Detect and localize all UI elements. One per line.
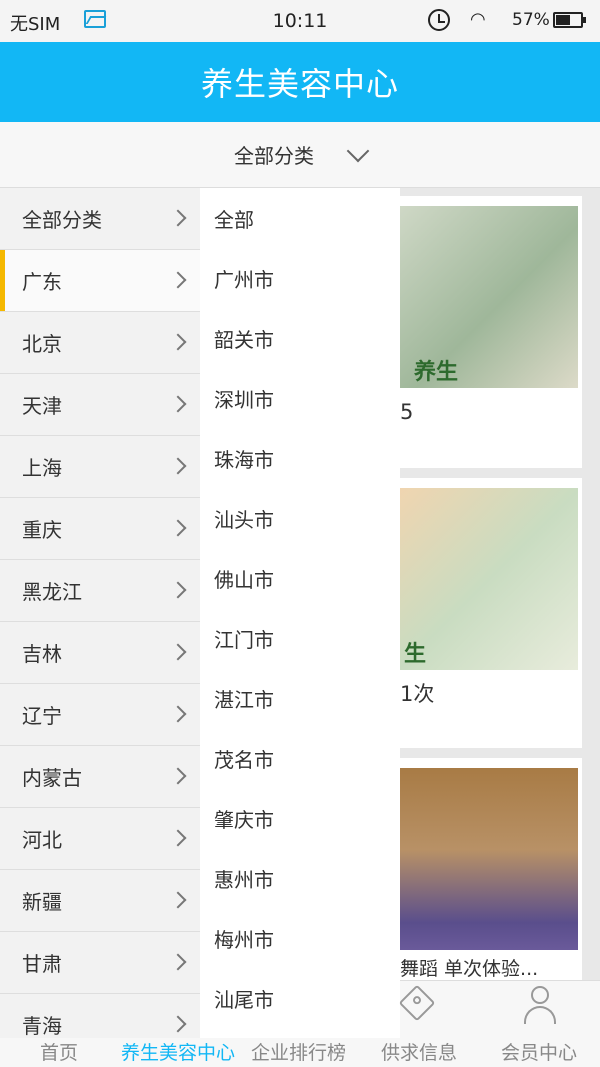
city-item[interactable]: 惠州市: [200, 848, 400, 908]
chevron-right-icon: [169, 457, 187, 475]
listing-image-tag: 生: [404, 642, 427, 667]
province-label: 重庆: [22, 518, 62, 542]
category-filter-dropdown[interactable]: 全部分类: [0, 122, 600, 188]
chevron-right-icon: [169, 519, 187, 537]
listing-image: 养生: [400, 206, 578, 388]
province-list: 全部分类广东北京天津上海重庆黑龙江吉林辽宁内蒙古河北新疆甘肃青海: [0, 188, 200, 1038]
province-item[interactable]: 河北: [0, 808, 200, 870]
listing-title: 5: [400, 400, 414, 424]
chevron-right-icon: [169, 891, 187, 909]
province-item[interactable]: 新疆: [0, 870, 200, 932]
chevron-down-icon: [346, 139, 370, 162]
nav-supply-demand[interactable]: 供求信息: [381, 1038, 457, 1065]
province-label: 天津: [22, 394, 62, 418]
province-item[interactable]: 全部分类: [0, 188, 200, 250]
chevron-right-icon: [169, 333, 187, 351]
nav-home[interactable]: 首页: [40, 1038, 78, 1065]
province-item[interactable]: 广东: [0, 250, 200, 312]
province-label: 吉林: [22, 642, 62, 666]
province-label: 北京: [22, 332, 62, 356]
city-item[interactable]: 江门市: [200, 608, 400, 668]
province-label: 广东: [22, 270, 62, 294]
chevron-right-icon: [169, 395, 187, 413]
chevron-right-icon: [169, 829, 187, 847]
city-item[interactable]: 广州市: [200, 248, 400, 308]
battery-fill: [556, 15, 570, 25]
province-item[interactable]: 内蒙古: [0, 746, 200, 808]
city-item[interactable]: 韶关市: [200, 308, 400, 368]
chevron-right-icon: [169, 581, 187, 599]
city-item[interactable]: 全部: [200, 188, 400, 248]
nav-ranking[interactable]: 企业排行榜: [251, 1038, 346, 1065]
page-title: 养生美容中心: [200, 65, 399, 103]
alarm-icon: [428, 9, 450, 31]
province-label: 上海: [22, 456, 62, 480]
province-item[interactable]: 北京: [0, 312, 200, 374]
province-item[interactable]: 吉林: [0, 622, 200, 684]
battery-percent: 57%: [512, 10, 550, 30]
listing-image: 生: [400, 488, 578, 670]
city-item[interactable]: 湛江市: [200, 668, 400, 728]
chevron-right-icon: [169, 271, 187, 289]
city-item[interactable]: 茂名市: [200, 728, 400, 788]
chevron-right-icon: [169, 209, 187, 227]
listing-title: 舞蹈 单次体验...: [400, 958, 539, 980]
chevron-right-icon: [169, 953, 187, 971]
listing-title: 1次: [400, 682, 435, 706]
province-label: 青海: [22, 1014, 62, 1038]
province-label: 全部分类: [22, 208, 102, 232]
app-header: 养生美容中心: [0, 42, 600, 122]
city-item[interactable]: 梅州市: [200, 908, 400, 968]
province-item[interactable]: 重庆: [0, 498, 200, 560]
province-item[interactable]: 天津: [0, 374, 200, 436]
province-item[interactable]: 上海: [0, 436, 200, 498]
city-item[interactable]: 珠海市: [200, 428, 400, 488]
city-item[interactable]: 汕尾市: [200, 968, 400, 1028]
listing-image: [400, 768, 578, 950]
bottom-nav-icon-strip: [400, 980, 600, 1038]
nav-health-beauty[interactable]: 养生美容中心: [121, 1038, 235, 1065]
province-label: 河北: [22, 828, 62, 852]
city-list: 全部 广州市 韶关市 深圳市 珠海市 汕头市 佛山市 江门市 湛江市 茂名市 肇庆市 惠州市 梅州市 汕尾…: [200, 188, 400, 1038]
city-item[interactable]: 肇庆市: [200, 788, 400, 848]
chevron-right-icon: [169, 1015, 187, 1033]
listing-card[interactable]: 养生 5: [390, 196, 582, 468]
province-label: 黑龙江: [22, 580, 82, 604]
city-item[interactable]: 深圳市: [200, 368, 400, 428]
listing-image-tag: 养生: [414, 360, 459, 385]
battery-icon: [553, 12, 586, 28]
person-icon: [524, 986, 556, 1030]
province-label: 甘肃: [22, 952, 62, 976]
nav-member-center[interactable]: 会员中心: [501, 1038, 577, 1065]
status-bar: 无SIM 10:11 ◠ 57%: [0, 0, 600, 42]
chevron-right-icon: [169, 705, 187, 723]
listing-card[interactable]: 舞蹈 单次体验...: [390, 758, 582, 980]
province-item[interactable]: 甘肃: [0, 932, 200, 994]
province-item[interactable]: 辽宁: [0, 684, 200, 746]
bottom-nav: 首页 养生美容中心 企业排行榜 供求信息 会员中心: [0, 1038, 600, 1067]
province-label: 新疆: [22, 890, 62, 914]
chevron-right-icon: [169, 767, 187, 785]
province-label: 内蒙古: [22, 766, 82, 790]
province-item[interactable]: 黑龙江: [0, 560, 200, 622]
category-filter-label: 全部分类: [234, 144, 314, 168]
city-item[interactable]: 汕头市: [200, 488, 400, 548]
province-label: 辽宁: [22, 704, 62, 728]
chevron-right-icon: [169, 643, 187, 661]
province-item[interactable]: 青海: [0, 994, 200, 1038]
listing-card[interactable]: 生 1次: [390, 478, 582, 748]
clock: 10:11: [272, 10, 328, 32]
city-item[interactable]: 佛山市: [200, 548, 400, 608]
wifi-icon: ◠: [470, 9, 486, 30]
